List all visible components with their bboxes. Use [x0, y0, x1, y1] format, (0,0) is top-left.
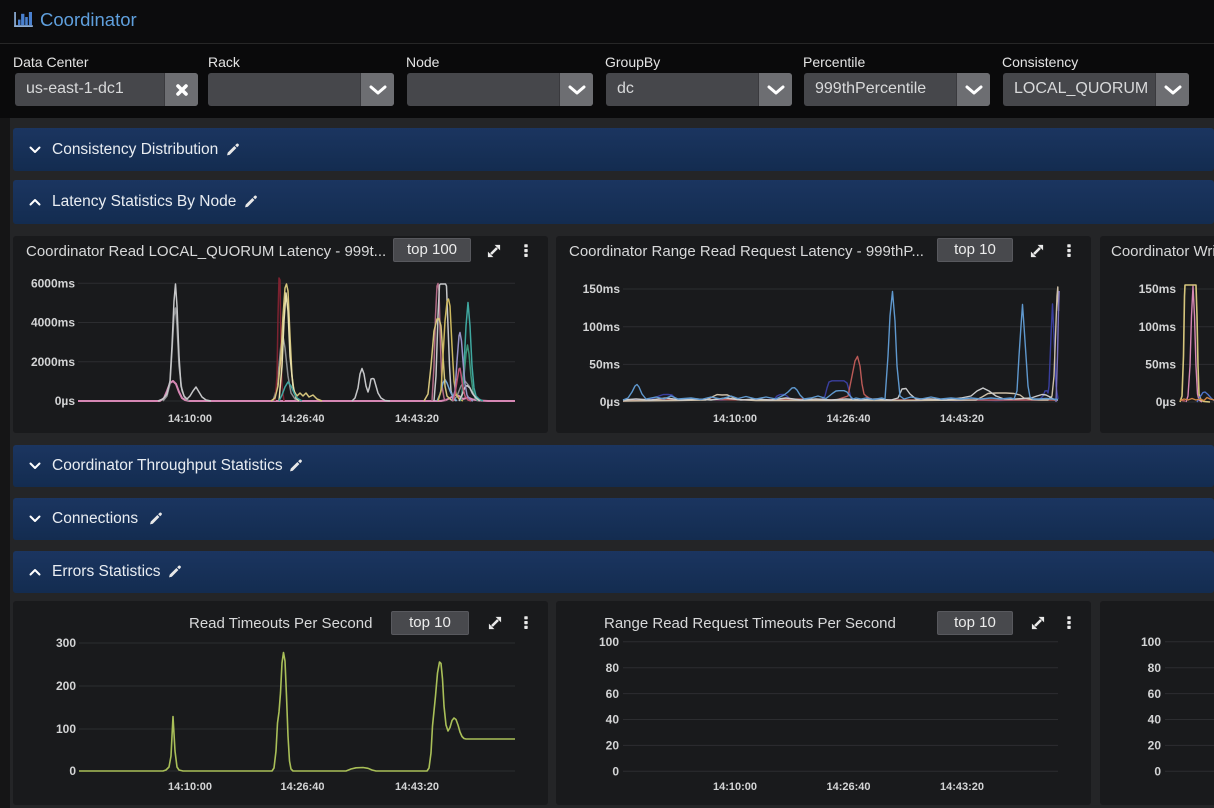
- svg-text:14:43:20: 14:43:20: [395, 413, 439, 425]
- svg-text:14:43:20: 14:43:20: [940, 781, 984, 793]
- svg-text:6000ms: 6000ms: [31, 277, 75, 291]
- svg-text:14:26:40: 14:26:40: [280, 413, 324, 425]
- svg-text:0: 0: [1154, 765, 1161, 779]
- svg-text:14:10:00: 14:10:00: [168, 781, 212, 793]
- svg-text:20: 20: [606, 739, 620, 753]
- svg-text:0µs: 0µs: [1156, 395, 1177, 409]
- svg-text:40: 40: [606, 713, 620, 727]
- svg-text:150ms: 150ms: [1139, 282, 1177, 296]
- svg-text:80: 80: [1148, 661, 1162, 675]
- svg-text:60: 60: [1148, 687, 1162, 701]
- svg-text:200: 200: [56, 679, 76, 693]
- svg-text:40: 40: [1148, 713, 1162, 727]
- svg-text:14:10:00: 14:10:00: [713, 413, 757, 425]
- svg-text:14:26:40: 14:26:40: [826, 781, 870, 793]
- svg-text:0µs: 0µs: [55, 394, 76, 408]
- svg-text:0: 0: [69, 764, 76, 778]
- svg-text:50ms: 50ms: [1145, 358, 1176, 372]
- svg-text:14:10:00: 14:10:00: [168, 413, 212, 425]
- svg-text:100: 100: [599, 635, 619, 649]
- svg-text:2000ms: 2000ms: [31, 355, 75, 369]
- svg-text:14:26:40: 14:26:40: [280, 781, 324, 793]
- svg-text:150ms: 150ms: [583, 282, 621, 296]
- svg-text:0µs: 0µs: [600, 395, 621, 409]
- svg-text:100ms: 100ms: [583, 320, 621, 334]
- svg-text:60: 60: [606, 687, 620, 701]
- svg-text:14:26:40: 14:26:40: [826, 413, 870, 425]
- svg-text:100: 100: [1141, 635, 1161, 649]
- svg-text:80: 80: [606, 661, 620, 675]
- svg-text:14:43:20: 14:43:20: [940, 413, 984, 425]
- svg-text:20: 20: [1148, 739, 1162, 753]
- svg-text:300: 300: [56, 636, 76, 650]
- svg-text:50ms: 50ms: [589, 358, 620, 372]
- svg-text:0: 0: [612, 765, 619, 779]
- svg-text:4000ms: 4000ms: [31, 316, 75, 330]
- svg-text:100ms: 100ms: [1139, 320, 1177, 334]
- svg-text:100: 100: [56, 722, 76, 736]
- svg-text:14:43:20: 14:43:20: [395, 781, 439, 793]
- svg-text:14:10:00: 14:10:00: [713, 781, 757, 793]
